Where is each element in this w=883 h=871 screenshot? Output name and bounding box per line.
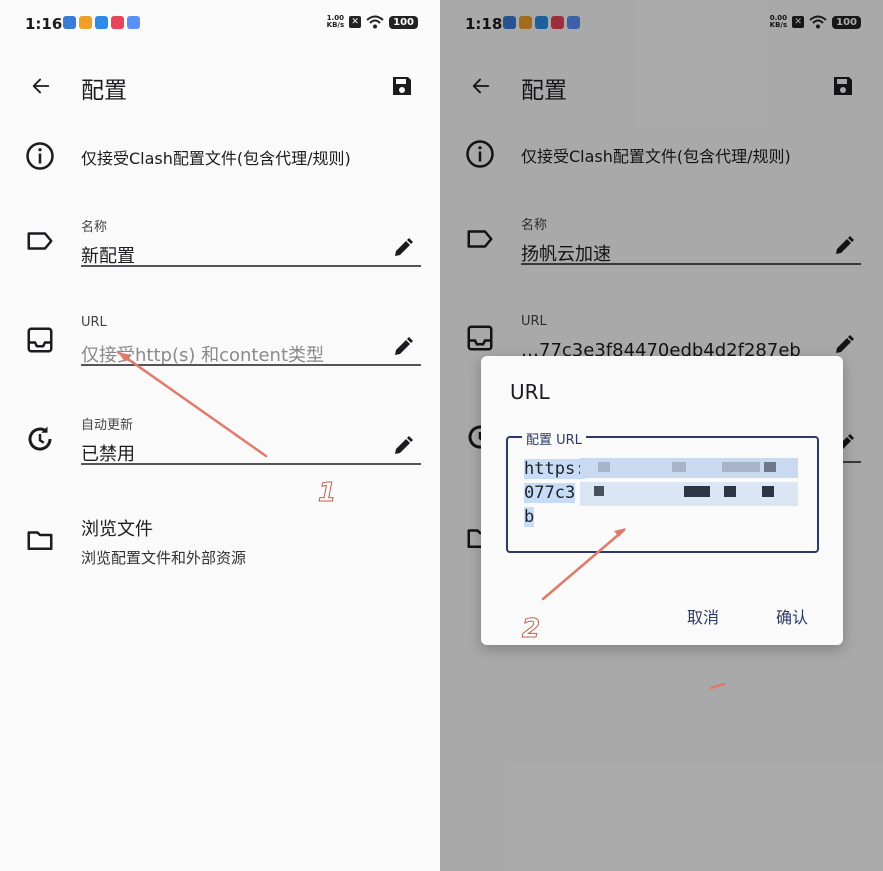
annotation-arrow — [541, 528, 726, 690]
annotation-number: 2 — [521, 614, 541, 645]
annotation-arrow — [116, 350, 268, 458]
annotation-number: 1 — [317, 478, 337, 509]
left-screen: 1:16 1.00 KB/s ✕ 100 配置 仅接受Clash配置文件(包含代… — [0, 0, 440, 871]
right-screen: 1:18 0.00 KB/s ✕ 100 配置 仅接受Clash配置文件(包含代… — [440, 0, 883, 871]
